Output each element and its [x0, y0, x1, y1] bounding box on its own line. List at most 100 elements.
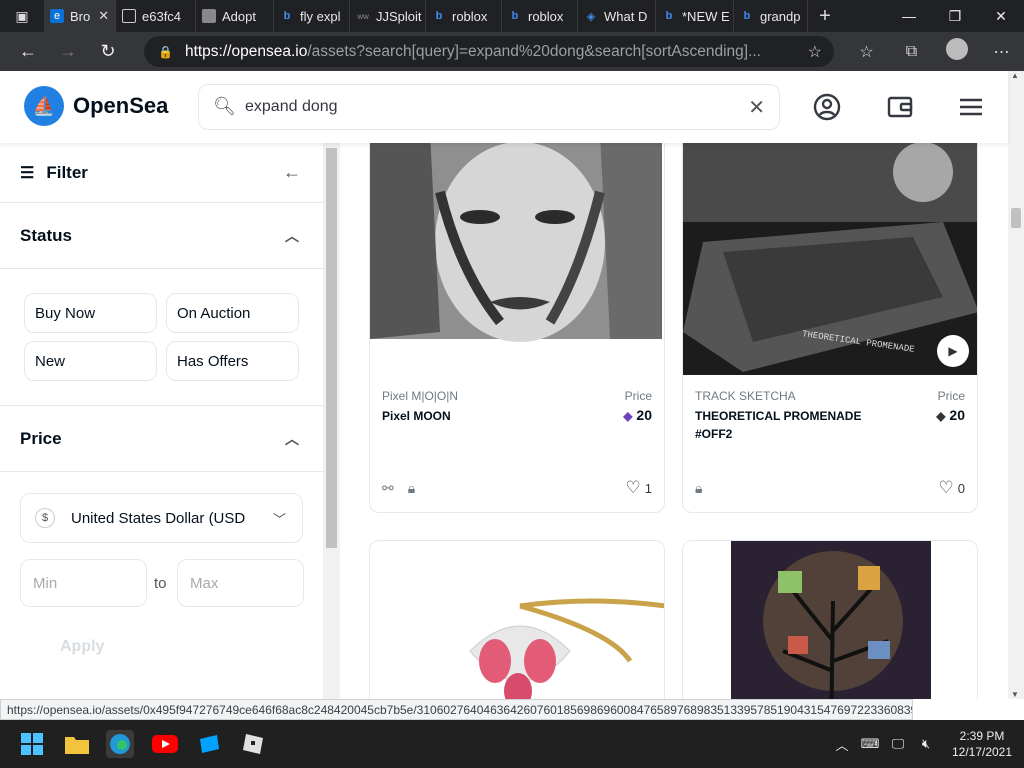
apply-button[interactable]: Apply: [36, 629, 132, 665]
brand-name[interactable]: OpenSea: [73, 93, 168, 119]
chevron-up-icon[interactable]: ︿: [285, 429, 299, 449]
page-scrollbar[interactable]: ▲ ▼: [1008, 71, 1024, 699]
site-header: ⛵ OpenSea 🔍︎ ✕: [0, 71, 1008, 143]
price-filter: $ United States Dollar (USD ﹀ to Apply: [0, 472, 323, 699]
collections-icon[interactable]: ⧉: [889, 43, 934, 61]
scroll-down-icon[interactable]: ▼: [1011, 690, 1019, 699]
asset-card[interactable]: THEORETICAL PROMENADE ▶ TRACK SKETCHA TH…: [682, 143, 978, 513]
window-controls: — ❐ ✕: [886, 0, 1024, 32]
tab-actions-icon[interactable]: ▣: [0, 0, 44, 32]
asset-image[interactable]: THEORETICAL PROMENADE ▶: [683, 143, 977, 375]
bing-icon: b: [743, 10, 751, 22]
profile-icon[interactable]: [934, 38, 979, 65]
scroll-up-icon[interactable]: ▲: [1011, 71, 1019, 80]
filter-icon: ☰: [20, 164, 35, 182]
sidebar-scrollbar[interactable]: [323, 143, 340, 699]
bing-icon: b: [435, 10, 443, 22]
volume-muted-icon[interactable]: 🔇︎: [912, 736, 940, 752]
browser-tab[interactable]: b *NEW E: [656, 0, 734, 32]
asset-card[interactable]: [682, 540, 978, 699]
asset-image[interactable]: [683, 541, 977, 699]
asset-info: TRACK SKETCHA THEORETICAL PROMENADE #OFF…: [683, 375, 977, 465]
roblox-icon[interactable]: [239, 730, 267, 758]
browser-tab[interactable]: ww JJSploit: [350, 0, 426, 32]
file-explorer-icon[interactable]: [63, 730, 91, 758]
min-price-input[interactable]: [20, 559, 147, 607]
browser-tab[interactable]: e Bro ✕: [44, 0, 116, 32]
bing-icon: b: [665, 10, 673, 22]
edge-taskbar-icon[interactable]: [106, 730, 134, 758]
roblox-studio-icon[interactable]: [195, 730, 223, 758]
asset-card[interactable]: [369, 540, 665, 699]
bing-icon: b: [283, 10, 291, 22]
lock-icon: 🔒︎: [695, 479, 703, 496]
browser-tab[interactable]: b grandp: [734, 0, 808, 32]
asset-image[interactable]: [370, 541, 664, 699]
address-bar: ← → ↻ 🔒 https://opensea.io /assets?searc…: [0, 32, 1024, 71]
jj-icon: ww: [357, 11, 369, 21]
asset-image[interactable]: [370, 143, 664, 375]
asset-name[interactable]: THEORETICAL PROMENADE #OFF2: [695, 407, 865, 443]
refresh-icon[interactable]: ↻: [88, 32, 128, 71]
eth-icon: ◆: [936, 409, 946, 423]
play-icon[interactable]: ▶: [937, 335, 969, 367]
close-tab-icon[interactable]: ✕: [98, 8, 109, 24]
favorites-icon[interactable]: ☆: [844, 42, 889, 62]
search-input[interactable]: [245, 95, 725, 119]
forward-icon[interactable]: →: [48, 32, 88, 71]
scroll-thumb[interactable]: [1011, 208, 1021, 228]
currency-select[interactable]: $ United States Dollar (USD ﹀: [20, 493, 303, 543]
account-icon[interactable]: [812, 92, 842, 122]
max-price-input[interactable]: [177, 559, 304, 607]
collapse-arrow-icon[interactable]: ←: [283, 162, 301, 183]
keyboard-icon[interactable]: ⌨: [856, 736, 884, 752]
more-menu-icon[interactable]: ⋯: [979, 42, 1024, 62]
status-new[interactable]: New: [24, 341, 157, 381]
status-buy-now[interactable]: Buy Now: [24, 293, 157, 333]
favorite-button[interactable]: ♡ 0: [939, 478, 965, 498]
collection-name[interactable]: TRACK SKETCHA: [695, 389, 965, 403]
clock[interactable]: 2:39 PM 12/17/2021: [940, 728, 1024, 760]
menu-icon[interactable]: [956, 92, 986, 122]
filter-sidebar: ☰ Filter ← Status ︿ Buy Now On Auction N…: [0, 143, 323, 699]
clear-search-icon[interactable]: ✕: [748, 95, 765, 120]
minimize-icon[interactable]: —: [886, 0, 932, 32]
asset-name[interactable]: Pixel MOON: [382, 407, 552, 425]
price-label: Price: [937, 389, 965, 403]
browser-tab[interactable]: b fly expl: [274, 0, 350, 32]
add-favorite-icon[interactable]: ☆: [808, 42, 822, 62]
status-section-header[interactable]: Status ︿: [0, 203, 323, 269]
lock-icon: 🔒︎: [407, 479, 416, 496]
url-field[interactable]: 🔒 https://opensea.io /assets?search[quer…: [144, 36, 834, 67]
favorite-button[interactable]: ♡ 1: [626, 478, 652, 498]
status-has-offers[interactable]: Has Offers: [166, 341, 299, 381]
edge-icon: e: [50, 9, 64, 23]
price-section-header[interactable]: Price ︿: [0, 406, 323, 472]
back-icon[interactable]: ←: [8, 32, 48, 71]
browser-tab-strip: ▣ e Bro ✕ e63fc4 Adopt b fly expl ww JJS…: [0, 0, 1024, 32]
chevron-up-icon[interactable]: ︿: [285, 226, 299, 246]
browser-tab[interactable]: b roblox: [502, 0, 578, 32]
browser-tab[interactable]: e63fc4: [116, 0, 196, 32]
opensea-logo-icon[interactable]: ⛵: [24, 86, 64, 126]
eth-icon: ◆: [623, 409, 633, 423]
status-on-auction[interactable]: On Auction: [166, 293, 299, 333]
browser-tab[interactable]: Adopt: [196, 0, 274, 32]
browser-tab[interactable]: b roblox: [426, 0, 502, 32]
search-bar: 🔍︎ ✕: [198, 84, 780, 130]
filter-header[interactable]: ☰ Filter ←: [0, 143, 323, 203]
lock-icon[interactable]: 🔒: [158, 45, 173, 59]
new-tab-icon[interactable]: +: [808, 5, 842, 28]
asset-card[interactable]: Pixel M|O|O|N Pixel MOON Price ◆ 20 ⚯ 🔒︎…: [369, 143, 665, 513]
close-window-icon[interactable]: ✕: [978, 0, 1024, 32]
chevron-up-icon[interactable]: ︿: [828, 735, 856, 754]
heart-icon: ♡: [938, 478, 954, 497]
wallet-icon[interactable]: [885, 92, 915, 122]
network-icon[interactable]: 🖵: [884, 736, 912, 752]
youtube-icon[interactable]: [151, 730, 179, 758]
restore-icon[interactable]: ❐: [932, 0, 978, 32]
windows-start-icon[interactable]: [18, 730, 46, 758]
browser-tab[interactable]: ◈ What D: [578, 0, 656, 32]
dollar-icon: $: [35, 508, 55, 528]
collection-name[interactable]: Pixel M|O|O|N: [382, 389, 652, 403]
